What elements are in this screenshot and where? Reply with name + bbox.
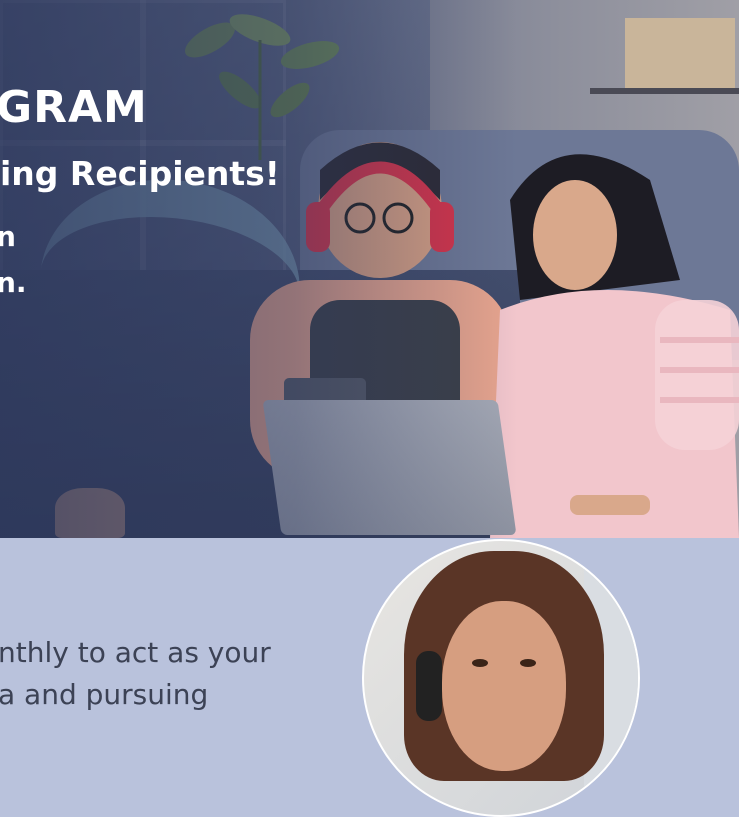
info-text-line: a and pursuing bbox=[0, 678, 209, 711]
info-paragraph: nthly to act as your a and pursuing bbox=[0, 632, 338, 716]
hero-subtitle: ing Recipients! bbox=[0, 154, 280, 193]
hero-overlay bbox=[0, 0, 739, 538]
info-text-line: nthly to act as your bbox=[0, 636, 271, 669]
hero-text-line: n bbox=[0, 220, 16, 253]
headset-icon bbox=[416, 651, 442, 721]
hero-text-line: n. bbox=[0, 266, 27, 299]
support-agent-avatar bbox=[362, 539, 640, 817]
hero-title: GRAM bbox=[0, 82, 148, 133]
hero-banner: GRAM ing Recipients! n n. bbox=[0, 0, 739, 538]
